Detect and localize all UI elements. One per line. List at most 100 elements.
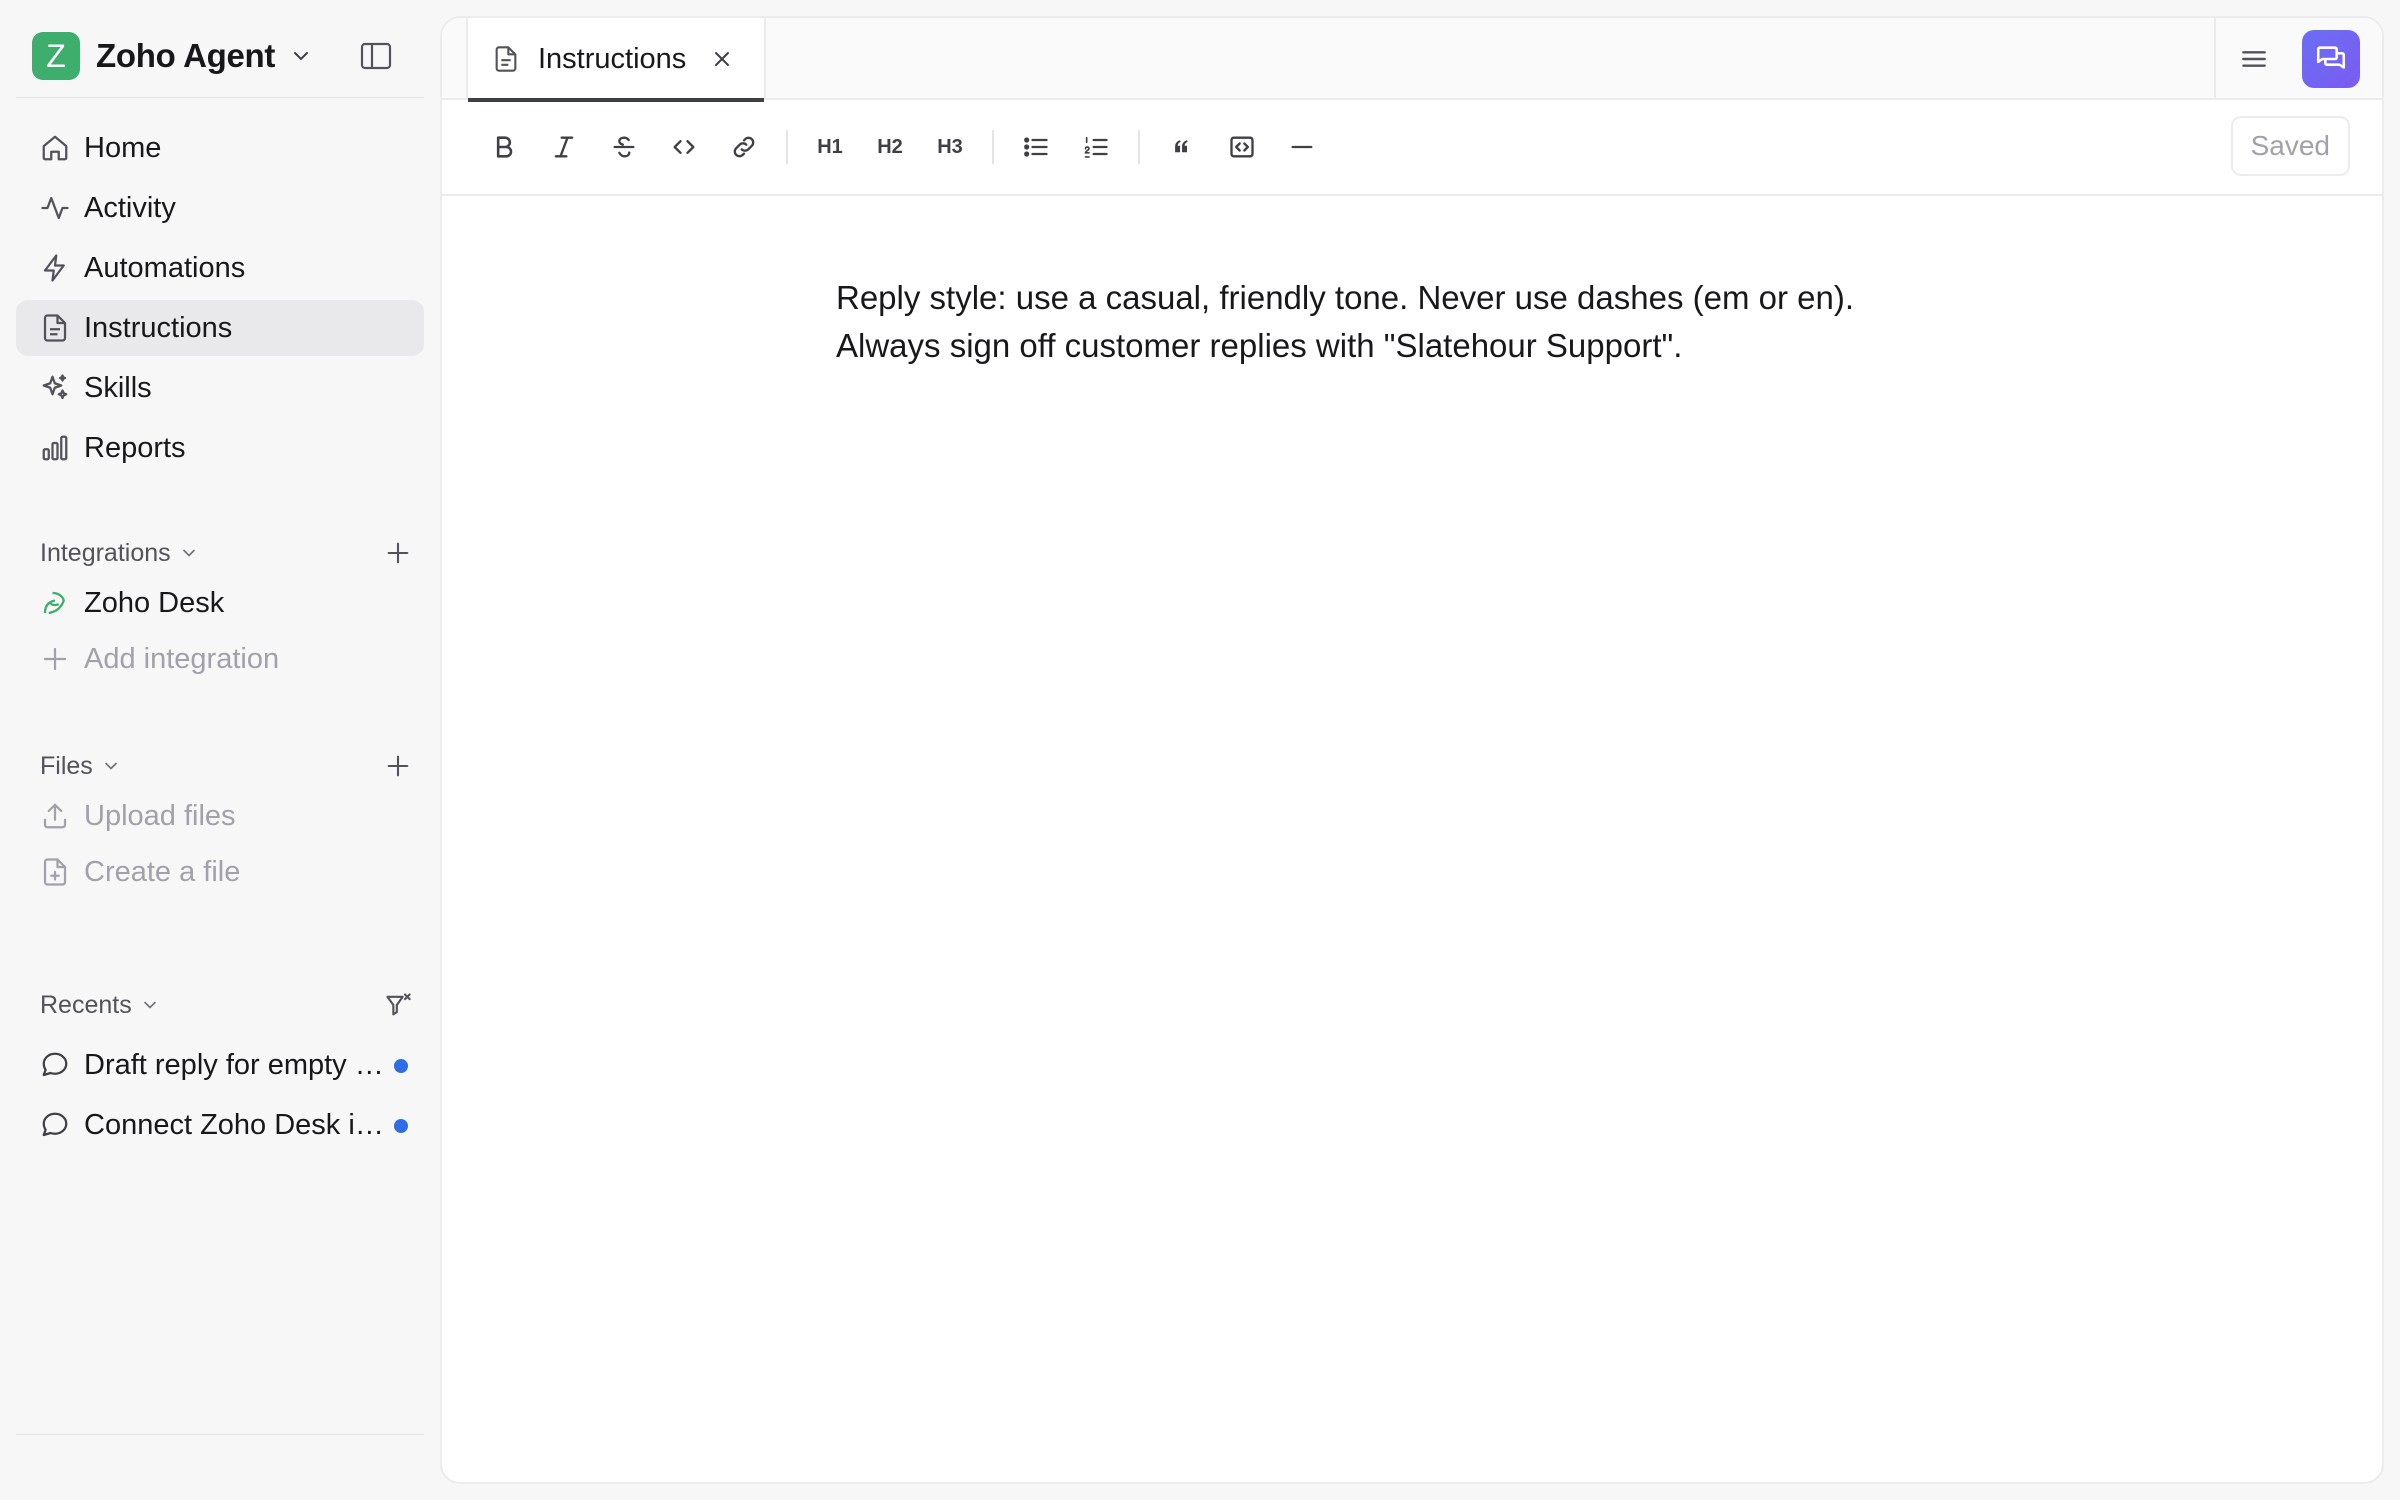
recent-item[interactable]: Draft reply for empty ticket xyxy=(16,1035,424,1095)
italic-button[interactable] xyxy=(542,125,586,169)
heading-3-button[interactable]: H3 xyxy=(928,125,972,169)
add-integration-label: Add integration xyxy=(84,642,280,675)
chat-bubble-icon xyxy=(40,1050,70,1080)
recent-item-label: Draft reply for empty ticket xyxy=(84,1048,384,1081)
plus-icon xyxy=(40,644,70,674)
create-file-label: Create a file xyxy=(84,855,241,888)
chevron-down-icon xyxy=(140,995,160,1015)
home-icon xyxy=(40,133,70,163)
nav-item-home[interactable]: Home xyxy=(16,120,424,176)
horizontal-rule-icon xyxy=(1288,133,1316,161)
recents-section: Recents Draft reply for empty ticket Con… xyxy=(16,983,424,1155)
file-plus-icon xyxy=(40,857,70,887)
strikethrough-icon xyxy=(610,133,638,161)
toolbar-separator xyxy=(1138,130,1140,164)
nav-item-instructions[interactable]: Instructions xyxy=(16,300,424,356)
recents-header[interactable]: Recents xyxy=(16,983,424,1027)
create-file-button[interactable]: Create a file xyxy=(16,844,424,900)
main-panel: Instructions H1 H2 H3 Saved Reply style:… xyxy=(440,16,2384,1484)
recent-item-label: Connect Zoho Desk integration xyxy=(84,1108,384,1141)
code-block-icon xyxy=(1228,133,1256,161)
saved-status-button[interactable]: Saved xyxy=(2230,116,2350,176)
numbered-list-icon xyxy=(1082,133,1110,161)
add-integration-button[interactable]: Add integration xyxy=(16,631,424,687)
nav-label: Instructions xyxy=(84,311,233,344)
add-file-plus-icon[interactable] xyxy=(384,752,412,780)
tab-label: Instructions xyxy=(538,42,687,75)
bullet-list-icon xyxy=(1022,133,1050,161)
strikethrough-button[interactable] xyxy=(602,125,646,169)
add-integration-plus-icon[interactable] xyxy=(384,539,412,567)
open-chat-button[interactable] xyxy=(2302,30,2360,88)
sidebar-bottom-divider xyxy=(16,1434,424,1435)
recent-item[interactable]: Connect Zoho Desk integration xyxy=(16,1095,424,1155)
zoho-desk-icon xyxy=(40,588,70,618)
upload-files-button[interactable]: Upload files xyxy=(16,788,424,844)
chat-bubble-icon xyxy=(40,1110,70,1140)
activity-icon xyxy=(40,193,70,223)
workspace-name: Zoho Agent xyxy=(96,37,276,74)
nav-item-skills[interactable]: Skills xyxy=(16,360,424,416)
tabbar-actions xyxy=(2214,18,2382,100)
nav-label: Reports xyxy=(84,431,186,464)
integration-zoho-desk[interactable]: Zoho Desk xyxy=(16,575,424,631)
tab-instructions[interactable]: Instructions xyxy=(466,18,766,102)
heading-2-button[interactable]: H2 xyxy=(868,125,912,169)
close-icon[interactable] xyxy=(710,47,734,71)
editor-toolbar: H1 H2 H3 Saved xyxy=(442,100,2382,196)
integration-label: Zoho Desk xyxy=(84,586,225,619)
chat-icon xyxy=(2314,42,2348,76)
integrations-section: Integrations Zoho Desk Add integration xyxy=(16,531,424,687)
code-button[interactable] xyxy=(662,125,706,169)
nav-item-automations[interactable]: Automations xyxy=(16,240,424,296)
workspace-switcher[interactable]: Z Zoho Agent xyxy=(32,32,412,80)
bold-button[interactable] xyxy=(482,125,526,169)
nav-label: Activity xyxy=(84,191,176,224)
toolbar-separator xyxy=(786,130,788,164)
document-icon xyxy=(40,313,70,343)
chevron-down-icon xyxy=(289,44,313,68)
bold-icon xyxy=(490,133,518,161)
chevron-down-icon xyxy=(101,756,121,776)
section-title: Recents xyxy=(40,990,132,1019)
quote-button[interactable] xyxy=(1160,125,1204,169)
italic-icon xyxy=(550,133,578,161)
document-icon xyxy=(492,45,520,73)
sidebar: Z Zoho Agent Home Activity Automations I… xyxy=(0,0,440,1500)
code-icon xyxy=(670,133,698,161)
link-button[interactable] xyxy=(722,125,766,169)
quote-icon xyxy=(1168,133,1196,161)
unread-dot xyxy=(394,1059,408,1073)
sparkles-icon xyxy=(40,373,70,403)
nav-label: Home xyxy=(84,131,162,164)
code-block-button[interactable] xyxy=(1220,125,1264,169)
workspace-logo: Z xyxy=(32,32,80,80)
horizontal-rule-button[interactable] xyxy=(1280,125,1324,169)
editor-paragraph: Reply style: use a casual, friendly tone… xyxy=(836,279,1854,364)
menu-icon[interactable] xyxy=(2238,43,2270,75)
upload-icon xyxy=(40,801,70,831)
link-icon xyxy=(730,133,758,161)
chevron-down-icon xyxy=(179,543,199,563)
sidebar-toggle-icon[interactable] xyxy=(360,42,392,70)
section-title: Integrations xyxy=(40,538,171,567)
heading-1-button[interactable]: H1 xyxy=(808,125,852,169)
bullet-list-button[interactable] xyxy=(1014,125,1058,169)
filter-clear-icon[interactable] xyxy=(384,991,412,1019)
nav-label: Automations xyxy=(84,251,246,284)
unread-dot xyxy=(394,1119,408,1133)
files-section: Files Upload files Create a file xyxy=(16,744,424,900)
toolbar-separator xyxy=(992,130,994,164)
sidebar-divider xyxy=(16,97,424,98)
nav-item-reports[interactable]: Reports xyxy=(16,420,424,476)
files-header[interactable]: Files xyxy=(16,744,424,788)
instructions-editor[interactable]: Reply style: use a casual, friendly tone… xyxy=(836,274,1946,370)
integrations-header[interactable]: Integrations xyxy=(16,531,424,575)
section-title: Files xyxy=(40,751,93,780)
upload-files-label: Upload files xyxy=(84,799,236,832)
nav-item-activity[interactable]: Activity xyxy=(16,180,424,236)
numbered-list-button[interactable] xyxy=(1074,125,1118,169)
bar-chart-icon xyxy=(40,433,70,463)
tab-bar: Instructions xyxy=(442,18,2382,102)
main-nav: Home Activity Automations Instructions S… xyxy=(16,120,424,480)
